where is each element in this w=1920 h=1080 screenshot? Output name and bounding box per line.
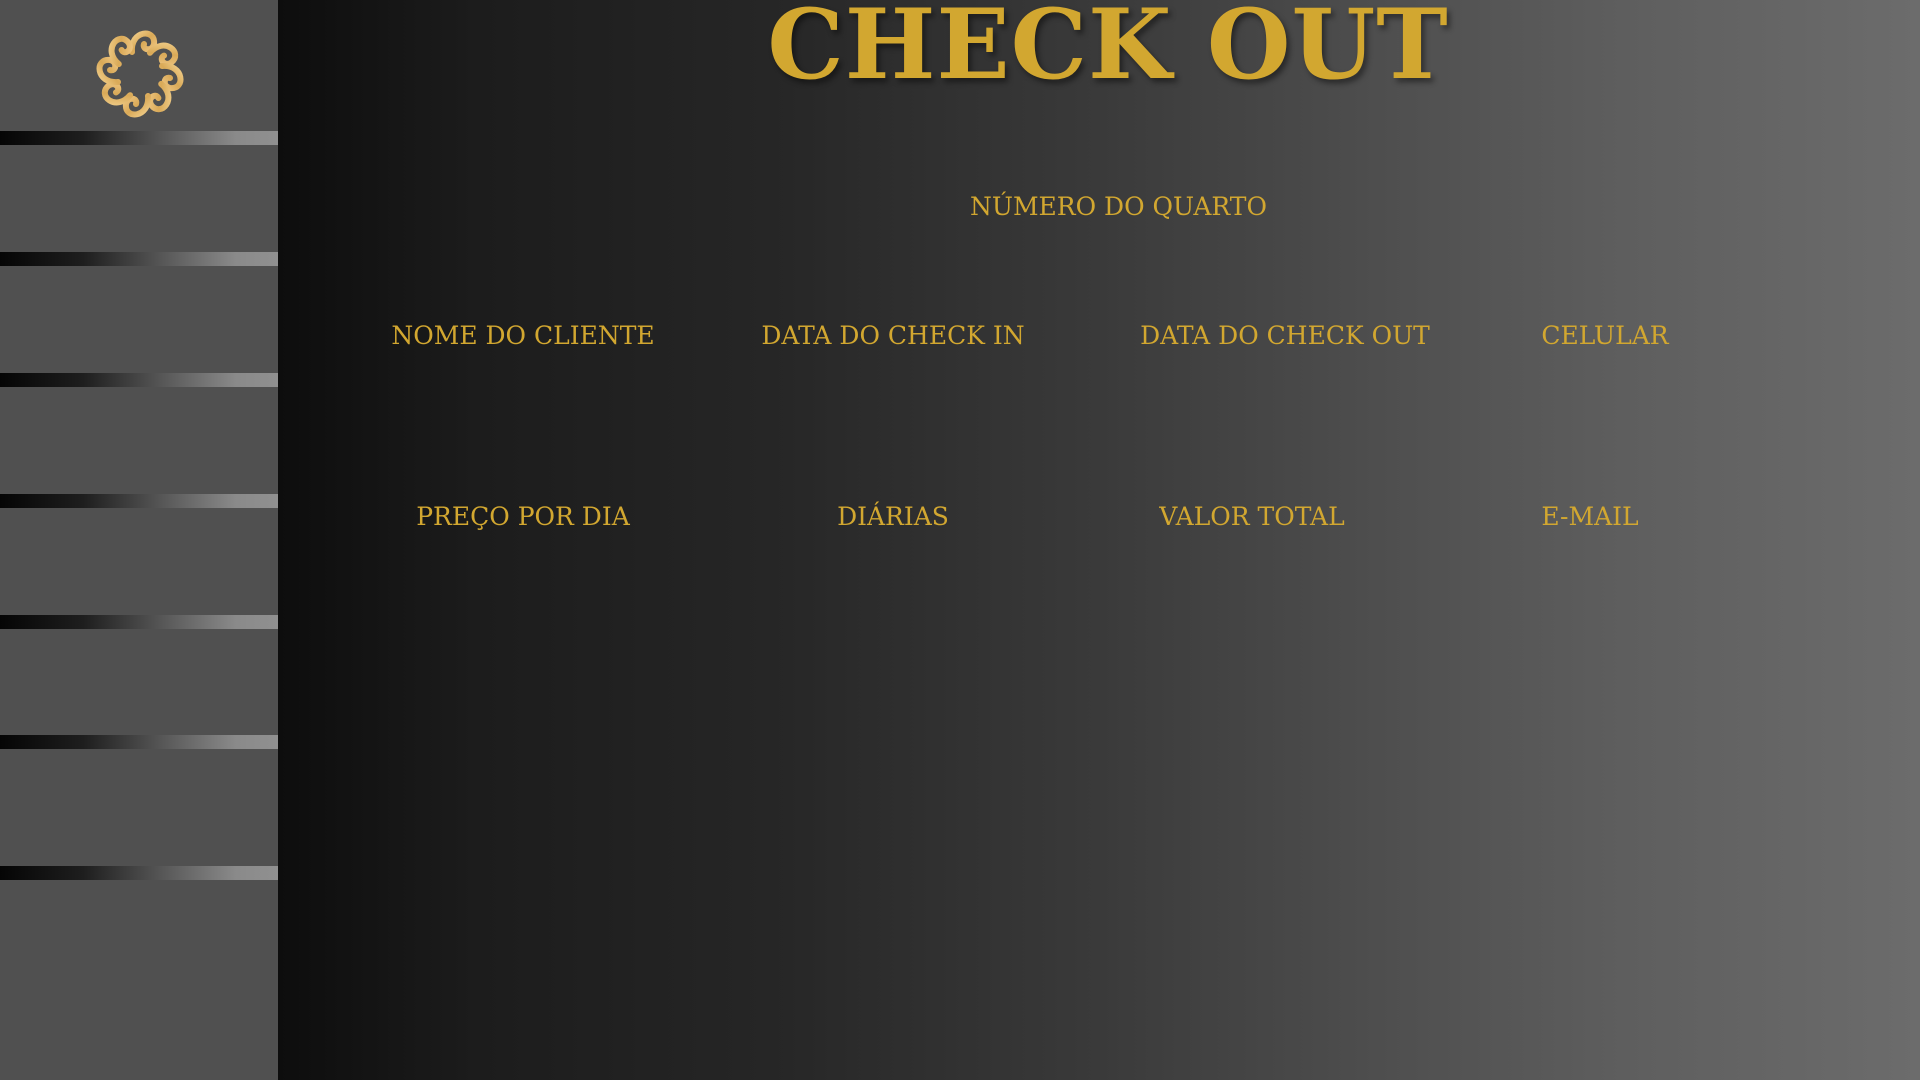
sidebar-item-7[interactable] xyxy=(0,880,278,1080)
phone-input[interactable] xyxy=(1510,356,1704,398)
price-per-day-input[interactable] xyxy=(388,538,662,580)
total-value-input[interactable] xyxy=(1130,538,1378,580)
ornament-logo-icon[interactable] xyxy=(82,16,198,132)
days-label: DIÁRIAS xyxy=(837,502,949,531)
sidebar-item-5[interactable] xyxy=(0,629,278,735)
room-number-input[interactable] xyxy=(970,226,1254,268)
checkin-date-label: DATA DO CHECK IN xyxy=(761,321,1025,350)
email-input[interactable] xyxy=(1500,538,1684,580)
sidebar-divider xyxy=(0,252,278,266)
sidebar-divider xyxy=(0,615,278,629)
email-label: E-MAIL xyxy=(1541,502,1639,531)
sidebar-divider xyxy=(0,131,278,145)
checkout-date-input[interactable] xyxy=(1130,356,1444,398)
total-value-label: VALOR TOTAL xyxy=(1159,502,1345,531)
checkout-window: CHECK OUT NÚMERO DO QUARTO NOME DO CLIEN… xyxy=(0,0,1920,1080)
sidebar-item-2[interactable] xyxy=(0,266,278,373)
price-per-day-label: PREÇO POR DIA xyxy=(416,502,630,531)
phone-label: CELULAR xyxy=(1541,321,1669,350)
sidebar-divider xyxy=(0,494,278,508)
checkout-date-label: DATA DO CHECK OUT xyxy=(1140,321,1430,350)
room-number-label: NÚMERO DO QUARTO xyxy=(970,192,1267,221)
sidebar-item-1[interactable] xyxy=(0,145,278,252)
sidebar-divider xyxy=(0,373,278,387)
client-name-input[interactable] xyxy=(388,356,662,398)
sidebar-item-6[interactable] xyxy=(0,749,278,866)
sidebar xyxy=(0,0,278,1080)
main-panel: CHECK OUT NÚMERO DO QUARTO NOME DO CLIEN… xyxy=(278,0,1920,1080)
days-input[interactable] xyxy=(758,538,1032,580)
page-title: CHECK OUT xyxy=(767,0,1449,101)
sidebar-divider xyxy=(0,735,278,749)
checkin-date-input[interactable] xyxy=(758,356,1032,398)
sidebar-item-4[interactable] xyxy=(0,508,278,615)
sidebar-item-3[interactable] xyxy=(0,387,278,494)
sidebar-divider xyxy=(0,866,278,880)
client-name-label: NOME DO CLIENTE xyxy=(391,321,655,350)
